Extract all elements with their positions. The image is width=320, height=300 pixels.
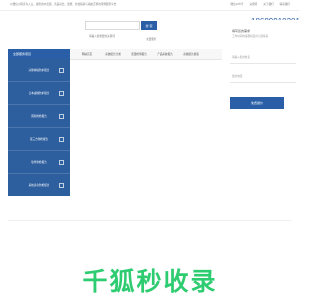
top-link-keywords[interactable]: 关键词 (249, 3, 257, 6)
chevron-right-icon (59, 136, 64, 142)
sidebar-item[interactable]: 软件防检报告 (8, 151, 70, 174)
top-links: 微信公众号 关键词 关于我们 联系我们 (231, 3, 291, 6)
nav-item-report-categories[interactable]: 系统报告分类 (100, 52, 126, 56)
main-service-label: 主要服务 (146, 38, 157, 41)
nav-item-report-templates[interactable]: 系统报告模版 (178, 52, 204, 56)
all-services-toggle[interactable]: 全部服务项目 (8, 49, 70, 59)
nav-item-product-reports[interactable]: 产品系统报告 (152, 52, 178, 56)
sidebar-item[interactable]: 兴隆城墙防护报告 (8, 59, 70, 82)
chevron-right-icon (59, 182, 64, 188)
top-link-contact[interactable]: 联系我们 (280, 3, 290, 6)
chevron-right-icon (59, 113, 64, 119)
chevron-right-icon (59, 90, 64, 96)
phone-field-placeholder: 您的电话 (232, 75, 243, 78)
chevron-right-icon (59, 67, 64, 73)
chevron-right-icon (59, 159, 64, 165)
phone-field[interactable]: 您的电话 (230, 72, 296, 83)
top-link-wechat[interactable]: 微信公众号 (231, 3, 244, 6)
sidebar-item-label: 软件防检报告 (31, 161, 47, 164)
top-link-about[interactable]: 关于我们 (263, 3, 273, 6)
name-field-placeholder: 请输入您的姓名 (232, 56, 251, 59)
sidebar-item[interactable]: 日本桌桶防护报告 (8, 82, 70, 105)
divider (8, 220, 292, 221)
submit-quote-button[interactable]: 免费报价 (230, 97, 284, 109)
sidebar-item[interactable]: 第三方防检报告 (8, 128, 70, 151)
sidebar-item[interactable]: 国际防检报告 (8, 105, 70, 128)
sidebar-menu: 兴隆城墙防护报告 日本桌桶防护报告 国际防检报告 第三方防检报告 软件防检报告 … (8, 59, 70, 197)
watermark: 千狐秒收录 (0, 262, 300, 298)
search-button[interactable]: 搜 索 (141, 21, 157, 30)
form-subtitle: 工作时间内客服将及时与您联系 (232, 35, 269, 38)
sidebar-item-label: 系统多余防检报告 (28, 184, 50, 187)
sidebar-item-label: 兴隆城墙防护报告 (28, 69, 50, 72)
sidebar-item-label: 第三方防检报告 (29, 138, 49, 141)
sidebar-item-label: 国际防检报告 (31, 115, 47, 118)
site-description: 以微信小程序为入口，提供用户反馈、竞品对比、监测、文档指南与系统迁移的评测服务平… (10, 3, 117, 6)
sidebar-item[interactable]: 系统多余防检报告 (8, 174, 70, 197)
name-field[interactable]: 请输入您的姓名 (230, 53, 296, 64)
form-title: 填写您的需求 (232, 29, 251, 33)
search-input[interactable] (86, 33, 145, 40)
nav-items: 网站首页 系统报告分类 质量检测报告 产品系统报告 系统报告模版 (74, 49, 204, 59)
search-box (85, 21, 145, 40)
nav-item-home[interactable]: 网站首页 (74, 52, 100, 56)
sidebar-item-label: 日本桌桶防护报告 (28, 92, 50, 95)
nav-item-quality-reports[interactable]: 质量检测报告 (126, 52, 152, 56)
watermark-text: 千狐秒收录 (82, 267, 218, 296)
